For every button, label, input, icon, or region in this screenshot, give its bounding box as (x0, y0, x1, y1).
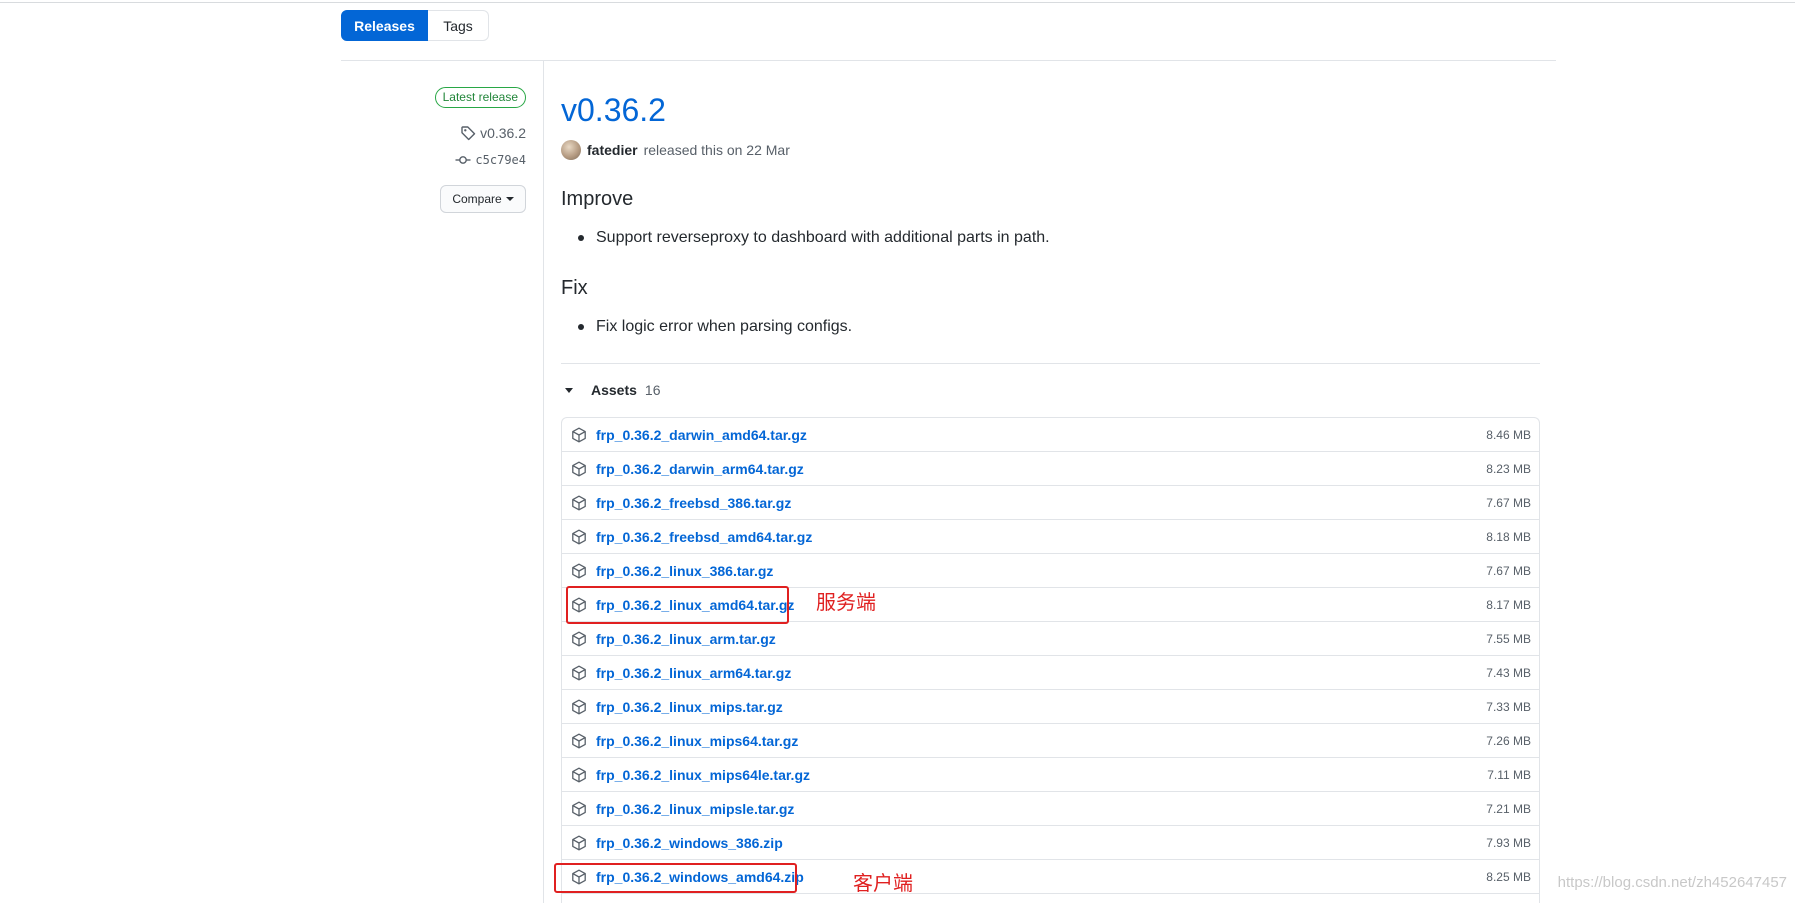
asset-file-size: 7.55 MB (1486, 631, 1531, 646)
released-date-text: released this on 22 Mar (643, 142, 790, 158)
release-title[interactable]: v0.36.2 (561, 90, 666, 130)
list-item: Support reverseproxy to dashboard with a… (578, 229, 1050, 247)
package-icon (572, 461, 586, 476)
top-divider (0, 2, 1795, 3)
asset-download-link[interactable]: frp_0.36.2_freebsd_amd64.tar.gz (596, 529, 812, 545)
asset-download-link[interactable]: frp_0.36.2_darwin_arm64.tar.gz (596, 461, 804, 477)
asset-row[interactable]: frp_0.36.2_linux_mipsle.tar.gz 7.21 MB (562, 792, 1539, 826)
asset-download-link[interactable]: frp_0.36.2_freebsd_386.tar.gz (596, 495, 791, 511)
assets-divider (561, 363, 1540, 364)
annotation-label-server: 服务端 (816, 592, 876, 614)
assets-label: Assets (591, 382, 637, 398)
asset-download-link[interactable]: frp_0.36.2_linux_mips64le.tar.gz (596, 767, 810, 783)
bullet-dot (578, 324, 584, 330)
release-author-row: fatedier released this on 22 Mar (561, 140, 790, 160)
commit-icon (455, 156, 471, 164)
caret-down-icon (565, 387, 573, 393)
release-commit[interactable]: c5c79e4 (455, 152, 526, 168)
package-icon (572, 835, 586, 850)
asset-row[interactable]: frp_0.36.2_linux_arm.tar.gz 7.55 MB (562, 622, 1539, 656)
asset-file-size: 8.25 MB (1486, 869, 1531, 884)
assets-count: 16 (644, 382, 661, 398)
asset-file-size: 7.67 MB (1486, 495, 1531, 510)
package-icon (572, 427, 586, 442)
asset-download-link[interactable]: frp_0.36.2_linux_mipsle.tar.gz (596, 801, 794, 817)
asset-download-link[interactable]: frp_0.36.2_linux_mips64.tar.gz (596, 733, 798, 749)
compare-button[interactable]: Compare (440, 185, 526, 213)
package-icon (572, 733, 586, 748)
asset-download-link[interactable]: frp_0.36.2_linux_arm.tar.gz (596, 631, 776, 647)
tab-releases[interactable]: Releases (341, 10, 428, 41)
tag-icon (461, 126, 476, 141)
asset-row[interactable]: frp_0.36.2_darwin_amd64.tar.gz 8.46 MB (562, 418, 1539, 452)
package-icon (572, 801, 586, 816)
column-divider (543, 61, 544, 903)
list-item-text: Fix logic error when parsing configs. (596, 318, 853, 335)
asset-row[interactable]: frp_0.36.2_linux_arm64.tar.gz 7.43 MB (562, 656, 1539, 690)
annotation-box-client (554, 863, 797, 893)
asset-row[interactable]: frp_0.36.2_darwin_arm64.tar.gz 8.23 MB (562, 452, 1539, 486)
asset-row[interactable]: frp_0.36.2_windows_386.zip 7.93 MB (562, 826, 1539, 860)
release-tabs: Releases Tags (341, 10, 489, 41)
package-icon (572, 665, 586, 680)
asset-row[interactable]: frp_0.36.2_linux_mips64.tar.gz 7.26 MB (562, 724, 1539, 758)
asset-row[interactable]: frp_0.36.2_linux_386.tar.gz 7.67 MB (562, 554, 1539, 588)
asset-file-size: 7.33 MB (1486, 699, 1531, 714)
asset-download-link[interactable]: frp_0.36.2_linux_mips.tar.gz (596, 699, 783, 715)
header-divider (341, 60, 1556, 61)
asset-row[interactable]: frp_0.36.2_linux_mips64le.tar.gz 7.11 MB (562, 758, 1539, 792)
bullet-dot (578, 235, 584, 241)
asset-file-size: 7.67 MB (1486, 563, 1531, 578)
package-icon (572, 563, 586, 578)
package-icon (572, 529, 586, 544)
annotation-box-server (566, 586, 789, 624)
package-icon (572, 699, 586, 714)
asset-row[interactable]: frp_0.36.2_linux_mips.tar.gz 7.33 MB (562, 690, 1539, 724)
latest-release-badge: Latest release (434, 87, 526, 108)
author-link[interactable]: fatedier (587, 142, 638, 158)
release-tag[interactable]: v0.36.2 (460, 125, 526, 141)
asset-file-size: 7.26 MB (1486, 733, 1531, 748)
assets-toggle[interactable]: Assets 16 (565, 382, 661, 398)
list-item: Fix logic error when parsing configs. (578, 318, 852, 336)
asset-file-size: 7.43 MB (1486, 665, 1531, 680)
asset-row[interactable]: frp_0.36.2_freebsd_amd64.tar.gz 8.18 MB (562, 520, 1539, 554)
avatar[interactable] (561, 140, 581, 160)
release-commit-hash: c5c79e4 (475, 153, 526, 167)
asset-file-size: 8.46 MB (1486, 427, 1531, 442)
assets-list: frp_0.36.2_darwin_amd64.tar.gz 8.46 MB frp… (561, 417, 1540, 903)
asset-download-link[interactable]: frp_0.36.2_windows_386.zip (596, 835, 783, 851)
list-item-text: Support reverseproxy to dashboard with a… (596, 229, 1050, 246)
asset-file-size: 7.11 MB (1487, 767, 1531, 782)
asset-file-size: 8.23 MB (1486, 461, 1531, 476)
asset-download-link[interactable]: frp_0.36.2_linux_arm64.tar.gz (596, 665, 791, 681)
section-heading-improve: Improve (561, 188, 634, 210)
caret-down-icon (505, 197, 514, 201)
asset-file-size: 8.17 MB (1486, 597, 1531, 612)
asset-file-size: 7.93 MB (1486, 835, 1531, 850)
release-tag-label: v0.36.2 (480, 125, 526, 141)
asset-file-size: 8.18 MB (1486, 529, 1531, 544)
package-icon (572, 767, 586, 782)
package-icon (572, 631, 586, 646)
section-heading-fix: Fix (561, 277, 588, 299)
tab-tags[interactable]: Tags (428, 10, 489, 41)
compare-button-label: Compare (452, 192, 502, 206)
annotation-label-client: 客户端 (853, 873, 913, 895)
asset-row[interactable]: frp_0.36.2_freebsd_386.tar.gz 7.67 MB (562, 486, 1539, 520)
watermark-text: https://blog.csdn.net/zh452647457 (1557, 874, 1787, 891)
asset-download-link[interactable]: frp_0.36.2_darwin_amd64.tar.gz (596, 427, 807, 443)
asset-download-link[interactable]: frp_0.36.2_linux_386.tar.gz (596, 563, 773, 579)
package-icon (572, 495, 586, 510)
asset-file-size: 7.21 MB (1486, 801, 1531, 816)
